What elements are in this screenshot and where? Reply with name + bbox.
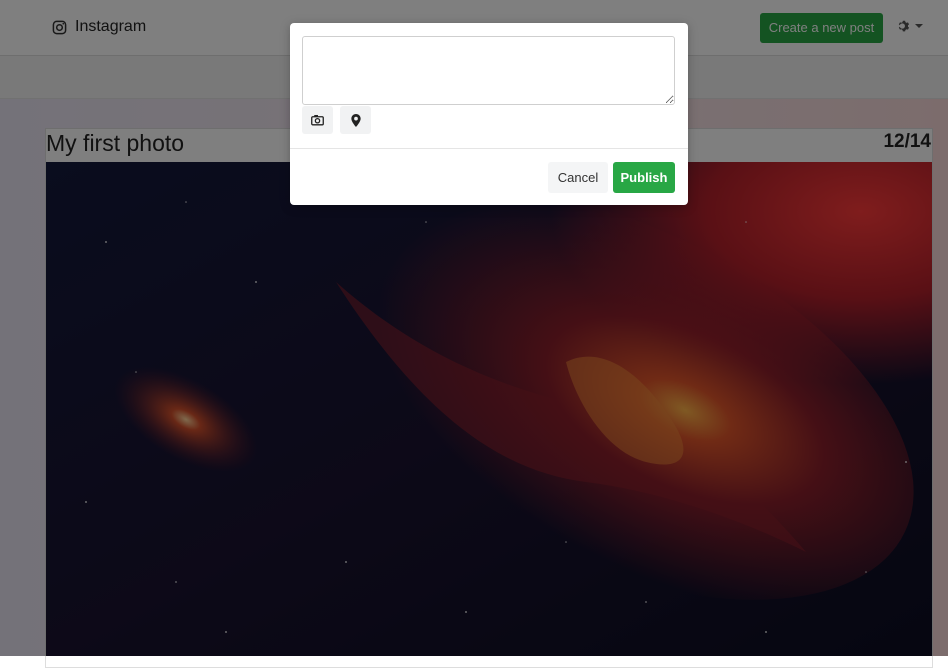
cancel-button[interactable]: Cancel: [548, 162, 608, 193]
map-marker-icon: [350, 113, 361, 127]
add-photo-button[interactable]: [302, 106, 333, 134]
new-post-modal: Cancel Publish: [290, 23, 688, 205]
camera-icon: [311, 114, 324, 126]
publish-button[interactable]: Publish: [613, 162, 675, 193]
add-location-button[interactable]: [340, 106, 371, 134]
modal-divider: [290, 148, 688, 149]
post-text-input[interactable]: [302, 36, 675, 105]
